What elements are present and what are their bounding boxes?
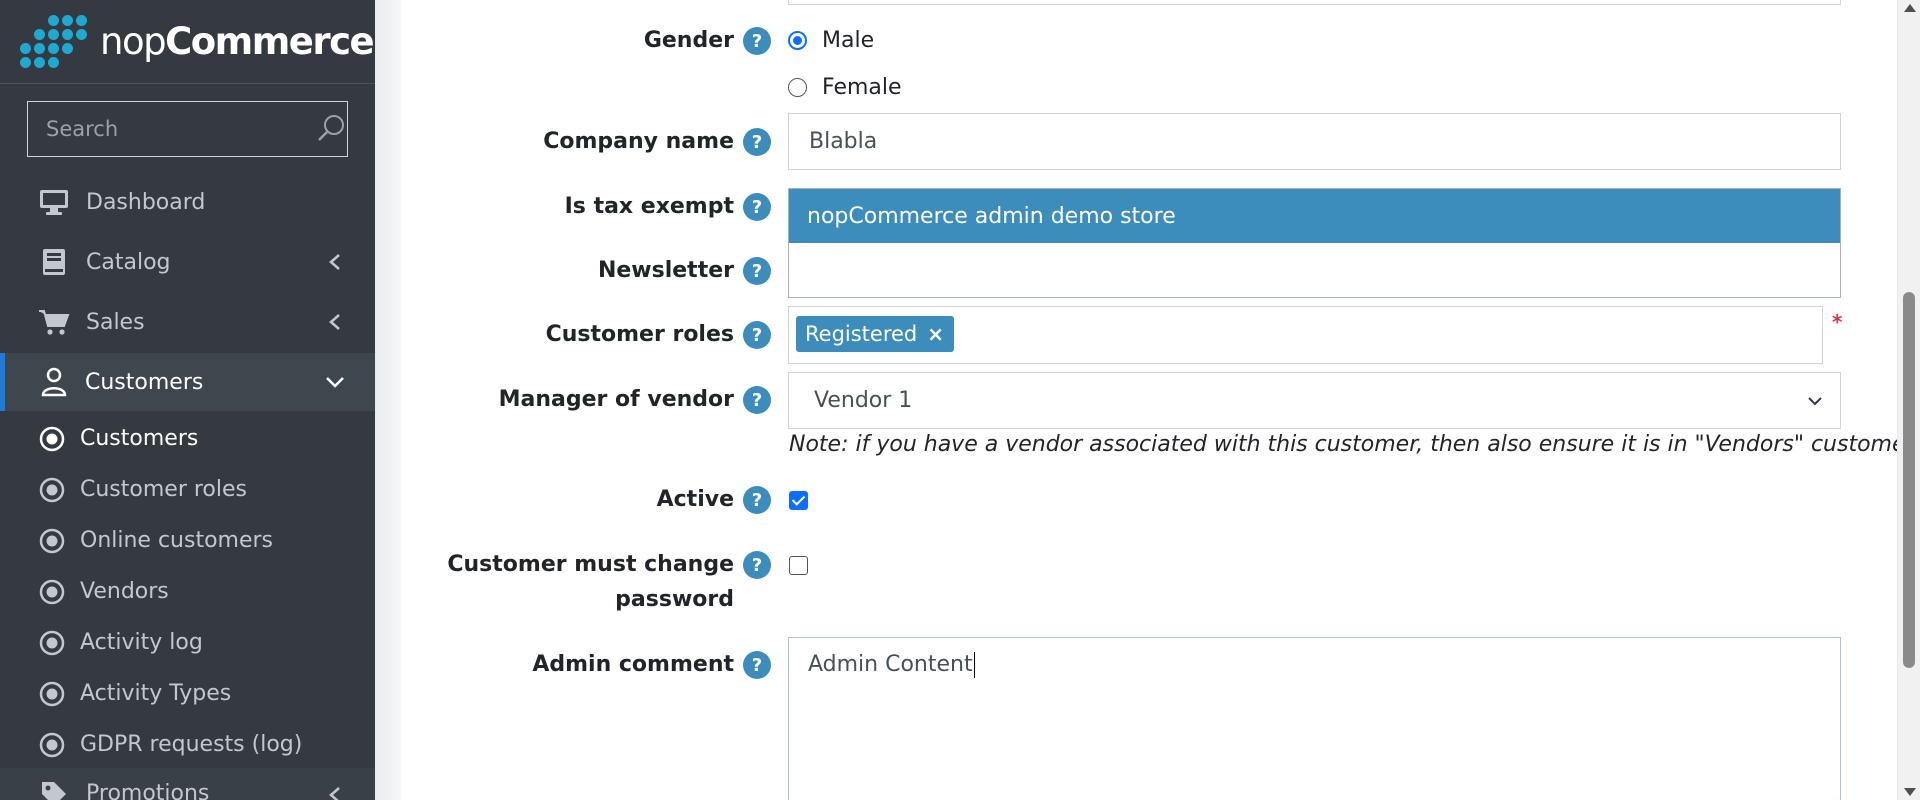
scrollbar-thumb[interactable] <box>1903 292 1915 668</box>
sidebar-item-label: Dashboard <box>86 189 206 215</box>
submenu-item-label: Customer roles <box>80 477 247 502</box>
gender-female-label: Female <box>822 75 902 100</box>
help-icon[interactable]: ? <box>743 386 771 414</box>
submenu-item-label: Customers <box>80 426 199 451</box>
tag-icon <box>38 778 70 800</box>
sidebar-item-label: Sales <box>86 309 145 335</box>
gender-male-option[interactable]: Male <box>788 28 874 53</box>
user-icon <box>38 366 70 398</box>
sidebar-item-label: Customers <box>85 369 204 395</box>
desktop-icon <box>38 186 70 218</box>
circle-dot-icon <box>38 425 66 453</box>
help-icon[interactable]: ? <box>743 651 771 679</box>
help-icon[interactable]: ? <box>743 193 771 221</box>
gender-male-label: Male <box>822 28 875 53</box>
content-shadow <box>375 0 401 800</box>
gender-female-option[interactable]: Female <box>788 75 902 100</box>
must-change-password-checkbox[interactable] <box>789 556 808 575</box>
circle-dot-icon <box>38 680 66 708</box>
help-icon[interactable]: ? <box>743 486 771 514</box>
submenu-item-online-customers[interactable]: Online customers <box>0 515 375 566</box>
submenu-item-activity-log[interactable]: Activity log <box>0 617 375 668</box>
customers-submenu: Customers Customer roles Online customer… <box>0 413 375 768</box>
is-tax-exempt-label: Is tax exempt <box>564 194 734 219</box>
chevron-down-icon <box>325 372 345 392</box>
must-change-password-label-line1: Customer must change <box>447 552 734 577</box>
newsletter-label: Newsletter <box>597 258 734 283</box>
help-icon[interactable]: ? <box>743 551 771 579</box>
manager-of-vendor-value: Vendor 1 <box>814 388 913 413</box>
sidebar-item-promotions[interactable]: Promotions <box>0 768 375 800</box>
gender-label: Gender <box>643 28 734 53</box>
admin-comment-textarea[interactable]: Admin Content <box>788 637 1841 800</box>
search-input[interactable] <box>28 117 314 141</box>
required-marker: * <box>1832 310 1843 334</box>
logo-icon <box>20 14 88 69</box>
circle-dot-icon <box>38 527 66 555</box>
chevron-left-icon <box>325 312 345 332</box>
sidebar-item-customers[interactable]: Customers <box>0 353 375 411</box>
admin-comment-label: Admin comment <box>532 652 734 677</box>
sidebar-item-dashboard[interactable]: Dashboard <box>0 173 375 231</box>
submenu-item-customers[interactable]: Customers <box>0 413 375 464</box>
help-icon[interactable]: ? <box>743 27 771 55</box>
customer-roles-label: Customer roles <box>545 322 734 347</box>
submenu-item-vendors[interactable]: Vendors <box>0 566 375 617</box>
manager-of-vendor-select[interactable]: Vendor 1 <box>788 372 1841 429</box>
role-tag: Registered × <box>796 316 955 352</box>
manager-of-vendor-label: Manager of vendor <box>498 387 734 412</box>
remove-tag-icon[interactable]: × <box>927 322 944 346</box>
company-name-input[interactable]: Blabla <box>788 113 1841 170</box>
circle-dot-icon <box>38 629 66 657</box>
submenu-item-label: Vendors <box>80 579 169 604</box>
submenu-item-label: Online customers <box>80 528 274 553</box>
submenu-item-activity-types[interactable]: Activity Types <box>0 668 375 719</box>
newsletter-store-option[interactable]: nopCommerce admin demo store <box>789 189 1840 243</box>
gender-female-radio[interactable] <box>788 78 807 97</box>
must-change-password-label-line2: password <box>615 587 734 612</box>
circle-dot-icon <box>38 578 66 606</box>
circle-dot-icon <box>38 476 66 504</box>
customer-roles-input[interactable]: Registered × <box>788 306 1823 364</box>
text-caret <box>973 652 975 678</box>
role-tag-label: Registered <box>805 322 918 346</box>
active-label: Active <box>656 487 734 512</box>
cart-icon <box>38 306 70 338</box>
sidebar-item-label: Catalog <box>86 249 171 275</box>
submenu-item-gdpr-requests[interactable]: GDPR requests (log) <box>0 719 375 770</box>
scroll-up-arrow-icon[interactable] <box>1904 4 1916 12</box>
book-icon <box>38 246 70 278</box>
gender-male-radio[interactable] <box>788 31 807 50</box>
brand-logo[interactable]: nopCommerce <box>0 0 375 84</box>
company-name-label: Company name <box>543 129 734 154</box>
active-checkbox[interactable] <box>789 491 808 510</box>
sidebar-search <box>27 101 348 157</box>
submenu-item-label: Activity log <box>80 630 203 655</box>
scroll-down-arrow-icon[interactable] <box>1904 788 1916 796</box>
brand-name: nopCommerce <box>100 20 375 63</box>
sidebar-item-label: Promotions <box>86 781 210 800</box>
sidebar-item-sales[interactable]: Sales <box>0 293 375 351</box>
sidebar-item-promotions-row: Promotions <box>0 768 375 800</box>
help-icon[interactable]: ? <box>743 257 771 285</box>
help-icon[interactable]: ? <box>743 321 771 349</box>
help-icon[interactable]: ? <box>743 128 771 156</box>
vendor-note: Note: if you have a vendor associated wi… <box>789 432 1920 457</box>
admin-comment-value: Admin Content <box>808 652 973 677</box>
chevron-down-icon <box>1808 397 1822 406</box>
previous-field-edge <box>788 0 1841 5</box>
submenu-item-customer-roles[interactable]: Customer roles <box>0 464 375 515</box>
circle-dot-icon <box>38 731 66 759</box>
newsletter-store-list[interactable]: nopCommerce admin demo store <box>788 188 1841 298</box>
sidebar-item-catalog[interactable]: Catalog <box>0 233 375 291</box>
page-scrollbar[interactable] <box>1897 0 1920 800</box>
submenu-item-label: Activity Types <box>80 681 232 706</box>
submenu-item-label: GDPR requests (log) <box>80 732 303 757</box>
chevron-left-icon <box>325 785 345 800</box>
search-icon[interactable] <box>314 102 347 156</box>
chevron-left-icon <box>325 252 345 272</box>
sidebar: nopCommerce Dashboard Catalog Sales Cust… <box>0 0 375 800</box>
